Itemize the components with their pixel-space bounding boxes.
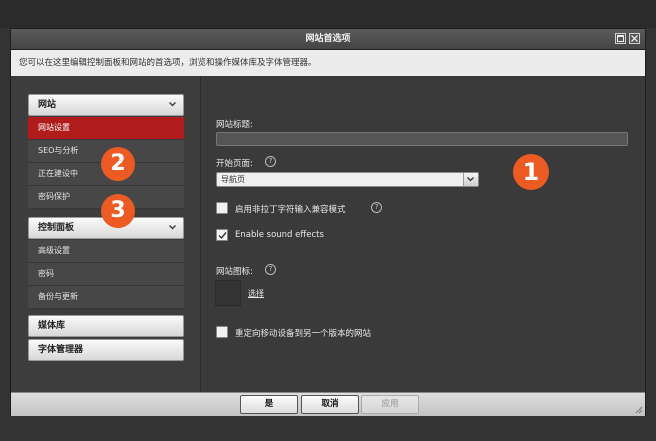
section-label: 控制面板 xyxy=(38,223,75,233)
sidebar-item-password[interactable]: 密码 xyxy=(28,263,184,286)
choose-icon-link[interactable]: 选择 xyxy=(248,288,264,299)
sidebar-item-advanced-settings[interactable]: 高级设置 xyxy=(28,240,184,263)
content-panel: 网站标题: 开始页面: ? 导航页 1 启用非拉丁字符输入兼容模式 ? Enab… xyxy=(201,76,645,392)
sidebar-section-font-manager[interactable]: 字体管理器 xyxy=(28,339,184,361)
help-icon[interactable]: ? xyxy=(265,156,276,167)
ok-button[interactable]: 是 xyxy=(240,395,298,414)
redirect-mobile-label: 重定向移动设备到另一个版本的网站 xyxy=(235,329,372,339)
sidebar-section-media-library[interactable]: 媒体库 xyxy=(28,315,184,337)
sound-effects-checkbox[interactable] xyxy=(216,229,228,241)
start-page-label: 开始页面: xyxy=(216,159,253,169)
help-icon[interactable]: ? xyxy=(371,202,382,213)
sound-effects-label: Enable sound effects xyxy=(235,230,324,240)
dropdown-arrow xyxy=(463,173,478,186)
close-button[interactable] xyxy=(629,33,640,44)
section-label: 网站 xyxy=(38,100,57,110)
badge-3: 3 xyxy=(101,194,135,228)
dialog-titlebar[interactable]: 网站首选项 xyxy=(11,29,645,50)
sidebar: 网站 网站设置 SEO与分析 正在建设中 密码保护 控制面板 高级设置 密码 备… xyxy=(11,76,201,392)
section-label: 媒体库 xyxy=(38,321,66,331)
badge-1: 1 xyxy=(513,154,549,190)
sidebar-section-website[interactable]: 网站 xyxy=(28,94,184,116)
start-page-value: 导航页 xyxy=(221,175,245,184)
close-icon xyxy=(631,35,638,42)
site-title-label: 网站标题: xyxy=(216,120,253,130)
section-label: 字体管理器 xyxy=(38,345,84,355)
site-icon-preview xyxy=(215,280,241,306)
start-page-select[interactable]: 导航页 xyxy=(216,172,479,187)
chevron-down-icon xyxy=(169,102,176,107)
maximize-icon xyxy=(617,35,624,42)
dialog-footer: 是 取消 应用 xyxy=(11,392,645,416)
chevron-down-icon xyxy=(467,177,474,182)
apply-button[interactable]: 应用 xyxy=(361,395,419,414)
chevron-down-icon xyxy=(169,225,176,230)
sidebar-item-site-settings[interactable]: 网站设置 xyxy=(28,117,184,140)
maximize-button[interactable] xyxy=(615,33,626,44)
checkmark-icon xyxy=(218,232,227,240)
top-strip xyxy=(0,0,656,28)
non-latin-label: 启用非拉丁字符输入兼容模式 xyxy=(235,205,346,215)
dialog-title: 网站首选项 xyxy=(305,34,351,44)
help-icon[interactable]: ? xyxy=(265,264,276,275)
resize-grip-icon[interactable] xyxy=(634,405,643,414)
info-bar: 您可以在这里编辑控制面板和网站的首选项，浏览和操作媒体库及字体管理器。 xyxy=(11,50,645,76)
preferences-dialog: 网站首选项 您可以在这里编辑控制面板和网站的首选项，浏览和操作媒体库及字体管理器… xyxy=(10,28,646,416)
cancel-button[interactable]: 取消 xyxy=(301,395,359,414)
badge-2: 2 xyxy=(101,147,135,181)
sidebar-item-backup-update[interactable]: 备份与更新 xyxy=(28,286,184,309)
site-icon-label: 网站图标: xyxy=(216,267,253,277)
non-latin-checkbox[interactable] xyxy=(216,202,228,214)
site-title-input[interactable] xyxy=(216,132,628,146)
redirect-mobile-checkbox[interactable] xyxy=(216,326,228,338)
